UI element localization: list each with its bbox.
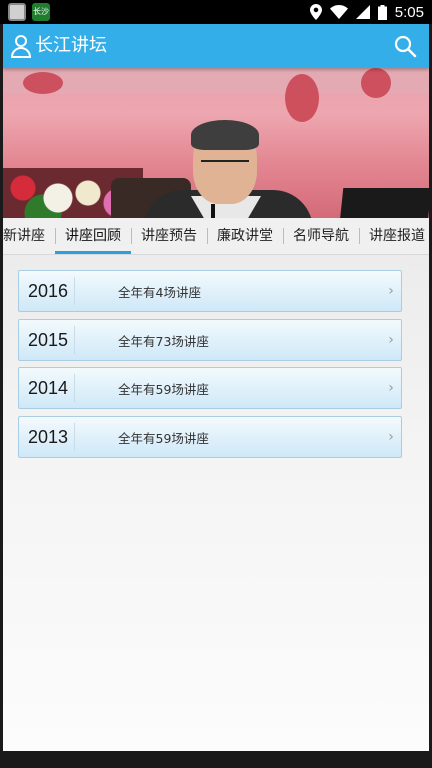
category-tab-bar: 新讲座 讲座回顾 讲座预告 廉政讲堂 名师导航 讲座报道 xyxy=(3,218,429,255)
tab-item[interactable]: 讲座回顾 xyxy=(55,218,131,254)
year-row-2016[interactable]: 2016 全年有4场讲座 › xyxy=(18,270,402,312)
tab-item[interactable]: 新讲座 xyxy=(3,218,55,254)
year-label: 2014 xyxy=(19,374,75,402)
lecture-count: 全年有59场讲座 xyxy=(118,430,209,446)
search-icon[interactable] xyxy=(393,34,417,58)
chevron-right-icon: › xyxy=(388,429,394,445)
banner-decoration xyxy=(285,74,319,122)
banner-decoration xyxy=(361,68,391,98)
banner-speaker-glasses xyxy=(201,160,249,172)
year-list: 2016 全年有4场讲座 › 2015 全年有73场讲座 › 2014 全年有5… xyxy=(3,255,429,751)
chevron-right-icon: › xyxy=(388,332,394,348)
location-icon xyxy=(309,4,322,20)
user-icon[interactable] xyxy=(11,34,31,58)
status-bar: 长沙 5:05 xyxy=(0,0,432,24)
signal-icon xyxy=(355,5,370,19)
banner-microphone xyxy=(211,204,215,218)
year-row-2015[interactable]: 2015 全年有73场讲座 › xyxy=(18,319,402,361)
tab-item[interactable]: 讲座预告 xyxy=(131,218,207,254)
lecture-count: 全年有59场讲座 xyxy=(118,381,209,397)
gallery-notification-icon xyxy=(8,3,26,21)
banner-speaker-hair xyxy=(191,120,259,150)
banner-decoration xyxy=(23,72,63,94)
status-time: 5:05 xyxy=(394,3,424,21)
year-label: 2016 xyxy=(19,277,75,305)
year-label: 2015 xyxy=(19,326,75,354)
app-title: 长江讲坛 xyxy=(35,35,107,56)
tab-item[interactable]: 讲座报道 xyxy=(359,218,429,254)
tab-item[interactable]: 廉政讲堂 xyxy=(207,218,283,254)
tab-item[interactable]: 名师导航 xyxy=(283,218,359,254)
year-label: 2013 xyxy=(19,423,75,451)
chevron-right-icon: › xyxy=(388,380,394,396)
banner-laptop xyxy=(338,188,429,218)
lecture-count: 全年有4场讲座 xyxy=(118,284,201,300)
app-screen: 长江讲坛 新讲座 讲座回顾 讲座预告 廉政讲堂 名师导航 讲座报道 2016 全年有4场讲… xyxy=(3,24,429,751)
year-row-2014[interactable]: 2014 全年有59场讲座 › xyxy=(18,367,402,409)
year-row-2013[interactable]: 2013 全年有59场讲座 › xyxy=(18,416,402,458)
app-bar: 长江讲坛 xyxy=(3,24,429,68)
wifi-icon xyxy=(329,5,348,19)
lecture-count: 全年有73场讲座 xyxy=(118,333,209,349)
battery-icon xyxy=(377,4,387,20)
app-notification-icon: 长沙 xyxy=(32,3,50,21)
banner-carousel[interactable] xyxy=(3,68,429,218)
chevron-right-icon: › xyxy=(388,283,394,299)
